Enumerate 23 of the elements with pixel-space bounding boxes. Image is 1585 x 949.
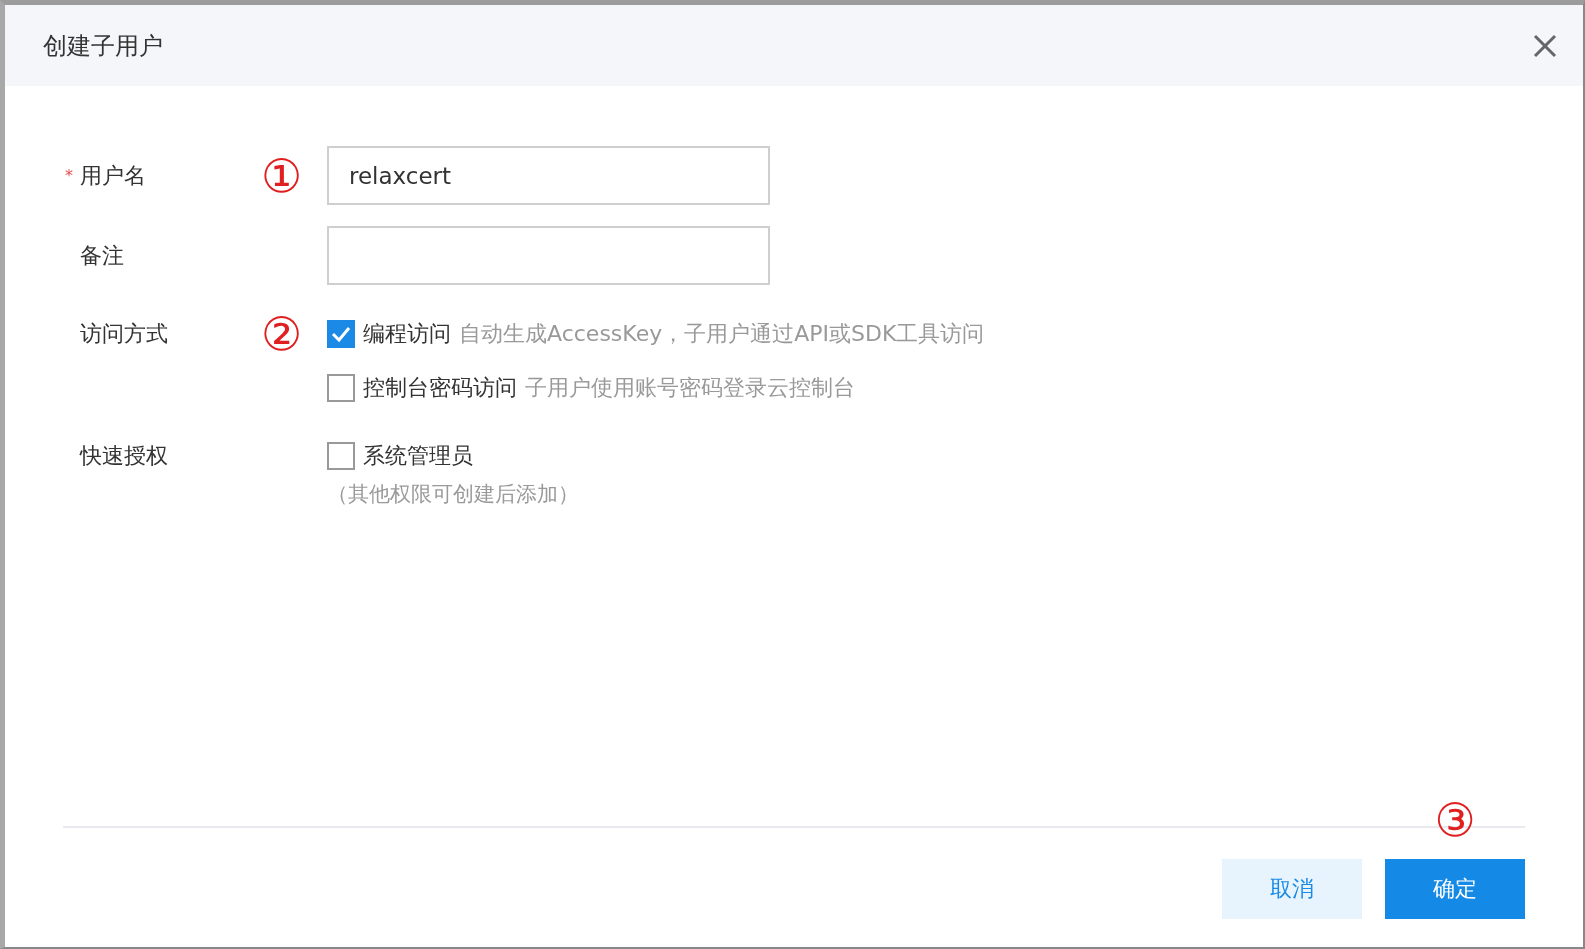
checkbox-label: 控制台密码访问 (363, 374, 517, 402)
checkbox[interactable] (327, 442, 355, 470)
dialog-title: 创建子用户 (43, 30, 163, 62)
cancel-button[interactable]: 取消 (1222, 859, 1362, 919)
confirm-button[interactable]: 确定 (1385, 859, 1525, 919)
annotation-number: ③ (1434, 797, 1476, 843)
checkbox[interactable] (327, 320, 355, 348)
close-icon[interactable] (1533, 33, 1557, 58)
annotation-number: ② (261, 311, 303, 357)
checkbox-label: 编程访问 (363, 320, 451, 348)
checkbox[interactable] (327, 374, 355, 402)
option-hint: 自动生成AccessKey，子用户通过API或SDK工具访问 (459, 320, 985, 348)
field-label: 用户名 (80, 161, 146, 190)
field-label: 快速授权 (80, 442, 168, 470)
option-note: （其他权限可创建后添加） (327, 481, 579, 508)
required-mark: * (65, 166, 74, 185)
input-field[interactable] (327, 226, 770, 285)
checkbox-label: 系统管理员 (363, 442, 473, 470)
input-field[interactable]: relaxcert (327, 146, 770, 205)
field-label: 备注 (80, 241, 124, 270)
field-label: 访问方式 (80, 320, 168, 348)
annotation-number: ① (261, 152, 303, 199)
option-hint: 子用户使用账号密码登录云控制台 (525, 374, 855, 402)
